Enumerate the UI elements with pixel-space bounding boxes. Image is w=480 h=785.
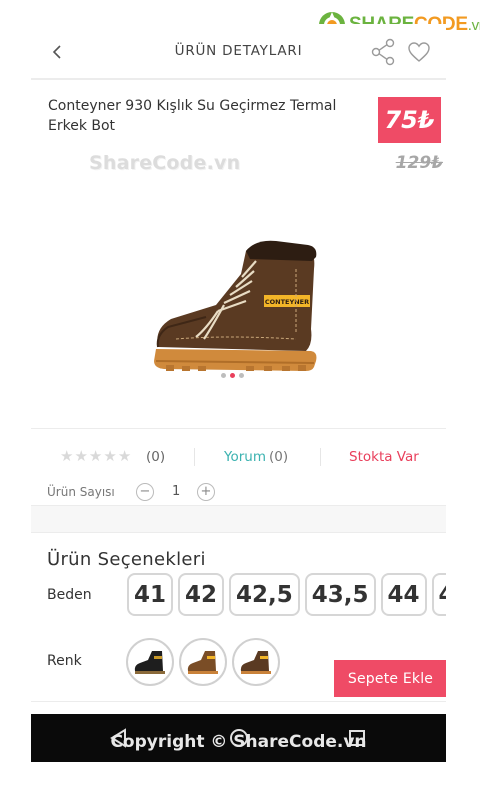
rating-count: (0) xyxy=(146,449,166,465)
quantity-minus-button[interactable]: − xyxy=(136,483,154,501)
price-badge: 75₺ xyxy=(378,97,441,143)
image-watermark: ShareCode.vn xyxy=(89,152,241,174)
carousel-dot-active[interactable] xyxy=(230,373,235,378)
copyright-watermark: Copyright © ShareCode.vn xyxy=(110,732,367,752)
carousel-dot[interactable] xyxy=(239,373,244,378)
dark-brown-boot-icon xyxy=(240,651,271,674)
quantity-label: Ürün Sayısı xyxy=(47,485,115,499)
divider xyxy=(320,448,321,466)
star-icon: ★ xyxy=(88,447,103,465)
quantity-value: 1 xyxy=(172,484,181,499)
rating-stars[interactable]: ★ ★ ★ ★ ★ xyxy=(60,447,131,465)
size-option[interactable]: 44,5 xyxy=(431,573,446,616)
app-header: ÜRÜN DETAYLARI xyxy=(31,24,446,80)
share-icon[interactable] xyxy=(370,38,396,66)
stock-status: Stokta Var xyxy=(349,449,419,465)
size-option[interactable]: 43,5 xyxy=(304,573,376,616)
black-boot-icon xyxy=(134,651,165,674)
color-option-brown[interactable] xyxy=(179,638,227,686)
options-title: Ürün Seçenekleri xyxy=(47,549,206,570)
favorite-heart-icon[interactable] xyxy=(407,41,431,63)
old-price: 129₺ xyxy=(395,153,443,173)
review-count: (0) xyxy=(269,449,289,465)
size-option[interactable]: 41 xyxy=(127,573,174,616)
carousel-dot[interactable] xyxy=(221,373,226,378)
divider xyxy=(194,448,195,466)
quantity-plus-button[interactable]: + xyxy=(197,483,215,501)
size-label: Beden xyxy=(47,587,92,603)
boot-brand-label: CONTEYNER xyxy=(265,298,309,306)
review-link[interactable]: Yorum xyxy=(224,449,266,465)
product-name: Conteyner 930 Kışlık Su Geçirmez Termal … xyxy=(48,98,337,134)
product-detail-screen: ÜRÜN DETAYLARI Conteyner 930 Kışlık Su G… xyxy=(31,24,446,762)
color-option-dark-brown[interactable] xyxy=(232,638,280,686)
color-selector xyxy=(126,638,280,686)
system-nav-bar: Copyright © ShareCode.vn xyxy=(31,714,446,762)
section-spacer xyxy=(31,506,446,532)
star-icon: ★ xyxy=(60,447,74,465)
add-to-cart-button[interactable]: Sepete Ekle xyxy=(334,660,446,697)
size-option[interactable]: 42,5 xyxy=(229,573,300,616)
size-selector: 41 42 42,5 43,5 44 44,5 xyxy=(127,573,446,616)
star-icon: ★ xyxy=(117,447,132,465)
star-icon: ★ xyxy=(103,447,117,465)
star-icon: ★ xyxy=(74,447,88,465)
brown-boot-icon xyxy=(187,651,218,674)
product-image-boot[interactable]: CONTEYNER xyxy=(146,239,331,384)
image-carousel-dots xyxy=(221,373,244,378)
color-label: Renk xyxy=(47,653,82,669)
size-option[interactable]: 42 xyxy=(178,573,225,616)
color-option-black[interactable] xyxy=(126,638,174,686)
product-info-bar: ★ ★ ★ ★ ★ (0) Yorum (0) Stokta Var Ürün … xyxy=(31,428,446,506)
size-option[interactable]: 44 xyxy=(380,573,427,616)
